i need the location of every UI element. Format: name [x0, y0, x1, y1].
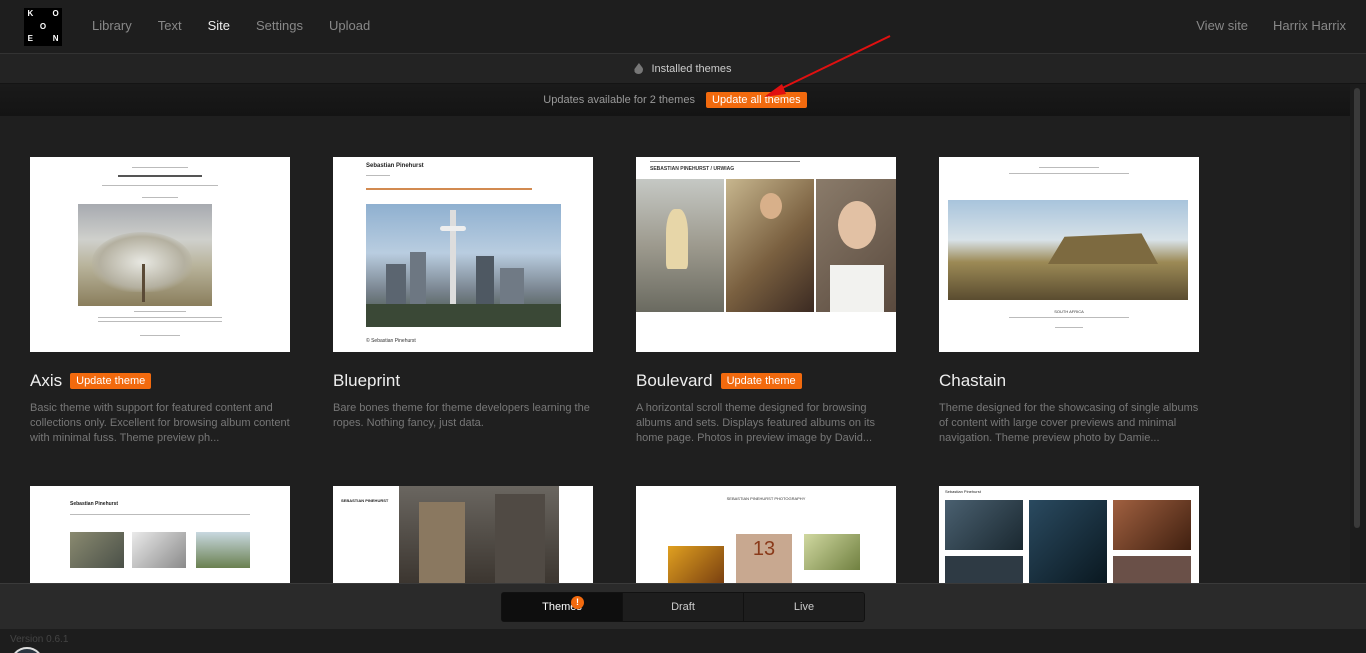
- theme-card-row2-2[interactable]: SEBASTIAN PINEHURST: [333, 486, 593, 583]
- theme-card-chastain[interactable]: SOUTH AFRICA Chastain Theme designed for…: [939, 157, 1199, 444]
- theme-name: Blueprint: [333, 371, 401, 390]
- alert-badge-icon: !: [571, 596, 584, 609]
- update-theme-button[interactable]: Update theme: [720, 373, 802, 389]
- thumb-title: SEBASTIAN PINEHURST / URWIAG: [650, 166, 735, 172]
- theme-preview-blueprint[interactable]: Sebastian Pinehurst © Sebastian Pinehurs…: [333, 157, 593, 352]
- drop-icon: [634, 63, 644, 74]
- thumb-footer: © Sebastian Pinehurst: [366, 338, 416, 344]
- thumb-photo: [132, 532, 186, 568]
- annotation-arrow-icon: [764, 35, 891, 97]
- thumb-photo: [1113, 500, 1191, 550]
- nav-upload[interactable]: Upload: [329, 18, 370, 33]
- mountain-photo: [948, 200, 1188, 300]
- photo-portrait: [816, 179, 896, 312]
- theme-title: Blueprint: [333, 371, 400, 391]
- nav-site[interactable]: Site: [208, 18, 230, 33]
- thumb-photo: [1113, 556, 1191, 583]
- thumb-photo: [1029, 500, 1107, 583]
- logo-letter: E: [27, 34, 33, 44]
- nav-library[interactable]: Library: [92, 18, 132, 33]
- thumb-title: SEBASTIAN PINEHURST: [341, 498, 389, 503]
- view-mode-tabs: Themes ! Draft Live: [501, 592, 865, 622]
- updates-text: Updates available for 2 themes: [543, 94, 695, 106]
- theme-preview[interactable]: Sebastian Pinehurst: [30, 486, 290, 583]
- nav-text[interactable]: Text: [158, 18, 182, 33]
- top-navigation: K O O E N Library Text Site Settings Upl…: [0, 0, 1366, 54]
- thumb-photo: [70, 532, 124, 568]
- photo-girl-field: [636, 179, 724, 312]
- thumb-photo: [668, 546, 724, 583]
- logo-letter: N: [52, 34, 59, 44]
- thumb-photo: [196, 532, 250, 568]
- thumb-photo: [945, 556, 1023, 583]
- tab-draft[interactable]: Draft: [623, 593, 744, 621]
- theme-card-row2-4[interactable]: Sebastian Pinehurst: [939, 486, 1199, 583]
- theme-name: Axis: [30, 371, 63, 390]
- view-site-link[interactable]: View site: [1196, 18, 1248, 33]
- tree-photo: [78, 204, 212, 306]
- nav-settings[interactable]: Settings: [256, 18, 303, 33]
- theme-name: Chastain: [939, 371, 1007, 390]
- photo-girl-dress: [726, 179, 814, 312]
- theme-preview[interactable]: SEBASTIAN PINEHURST PHOTOGRAPHY 13: [636, 486, 896, 583]
- thumb-photo: 13: [736, 534, 792, 583]
- update-theme-button[interactable]: Update theme: [70, 373, 152, 389]
- theme-title: Axis Update theme: [30, 371, 152, 391]
- themes-grid: Axis Update theme Basic theme with suppor…: [0, 116, 1350, 583]
- thumb-caption: SOUTH AFRICA: [1054, 309, 1084, 314]
- tab-draft-label: Draft: [671, 601, 695, 613]
- koken-logo[interactable]: K O O E N: [24, 8, 62, 46]
- skyline-photo: [366, 204, 561, 327]
- tab-live[interactable]: Live: [744, 593, 864, 621]
- theme-preview-chastain[interactable]: SOUTH AFRICA: [939, 157, 1199, 352]
- thumb-title: Sebastian Pinehurst: [366, 163, 424, 169]
- theme-description: Basic theme with support for featured co…: [30, 402, 290, 444]
- theme-name: Boulevard: [636, 371, 713, 390]
- thumb-photo: [804, 534, 860, 570]
- theme-preview-boulevard[interactable]: SEBASTIAN PINEHURST / URWIAG: [636, 157, 896, 352]
- theme-title: Boulevard Update theme: [636, 371, 802, 391]
- tab-live-label: Live: [793, 601, 815, 613]
- theme-preview-axis[interactable]: [30, 157, 290, 352]
- theme-title: Chastain: [939, 371, 1006, 391]
- theme-description: A horizontal scroll theme designed for b…: [636, 402, 876, 444]
- theme-card-row2-3[interactable]: SEBASTIAN PINEHURST PHOTOGRAPHY 13: [636, 486, 896, 583]
- tab-themes[interactable]: Themes !: [502, 593, 623, 621]
- thumb-photo: [945, 500, 1023, 550]
- thumb-title: Sebastian Pinehurst: [945, 489, 981, 494]
- section-title: Installed themes: [651, 63, 732, 75]
- scrollbar-thumb[interactable]: [1354, 88, 1360, 528]
- help-icon[interactable]: [10, 647, 44, 653]
- updates-bar: Updates available for 2 themes Update al…: [0, 84, 1350, 116]
- thumb-photo: [399, 486, 559, 583]
- theme-card-blueprint[interactable]: Sebastian Pinehurst © Sebastian Pinehurs…: [333, 157, 593, 429]
- thumb-title: SEBASTIAN PINEHURST PHOTOGRAPHY: [726, 496, 806, 501]
- installed-themes-header: Installed themes: [0, 54, 1366, 84]
- main-nav: Library Text Site Settings Upload: [92, 18, 396, 33]
- theme-description: Bare bones theme for theme developers le…: [333, 402, 590, 429]
- logo-letter: O: [39, 21, 47, 31]
- theme-card-axis[interactable]: Axis Update theme Basic theme with suppor…: [30, 157, 290, 444]
- user-menu[interactable]: Harrix Harrix: [1273, 18, 1346, 33]
- vertical-scrollbar[interactable]: [1352, 88, 1362, 583]
- bottom-bar: Themes ! Draft Live: [0, 583, 1366, 629]
- logo-letter: K: [27, 9, 34, 18]
- theme-description: Theme designed for the showcasing of sin…: [939, 402, 1199, 444]
- theme-card-row2-1[interactable]: Sebastian Pinehurst: [30, 486, 290, 583]
- thumb-title: Sebastian Pinehurst: [70, 501, 119, 507]
- version-label: Version 0.6.1: [10, 634, 69, 645]
- logo-letter: O: [52, 9, 59, 18]
- theme-card-boulevard[interactable]: SEBASTIAN PINEHURST / URWIAG Boulevard Up…: [636, 157, 896, 444]
- theme-preview[interactable]: Sebastian Pinehurst: [939, 486, 1199, 583]
- footer: Version 0.6.1: [0, 629, 1366, 653]
- theme-preview[interactable]: SEBASTIAN PINEHURST: [333, 486, 593, 583]
- nav-right: View site Harrix Harrix: [1171, 18, 1346, 33]
- thumb-number: 13: [752, 538, 776, 560]
